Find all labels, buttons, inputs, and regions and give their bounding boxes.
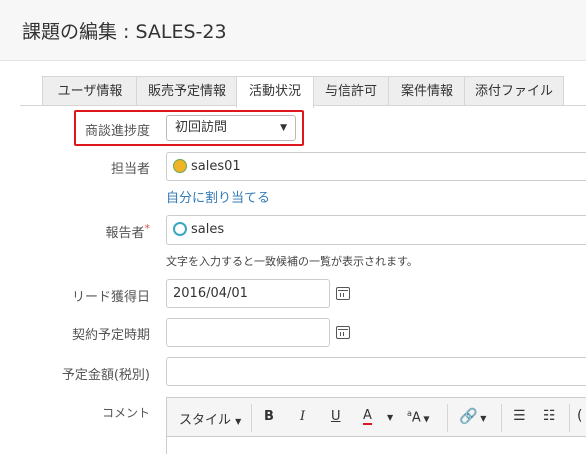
numbered-list-icon[interactable]: ☷ xyxy=(543,408,556,424)
font-size-button[interactable]: aA ▼ xyxy=(407,409,430,425)
chevron-down-icon[interactable]: ▼ xyxy=(387,413,393,422)
required-mark: * xyxy=(144,222,151,235)
underline-button[interactable]: U xyxy=(331,409,341,424)
comment-label: コメント xyxy=(101,406,150,420)
toolbar-separator xyxy=(501,404,502,432)
text-color-button[interactable]: A xyxy=(363,409,372,425)
amount-label: 予定金額(税別) xyxy=(61,368,150,383)
calendar-icon[interactable] xyxy=(336,326,350,339)
link-icon[interactable]: 🔗 ▼ xyxy=(459,407,486,425)
tab-credit[interactable]: 与信許可 xyxy=(312,76,390,106)
reporter-value: sales xyxy=(191,222,225,237)
user-avatar-icon xyxy=(173,221,187,236)
toolbar-separator xyxy=(447,404,448,432)
toolbar-separator xyxy=(251,404,252,432)
font-size-label: A xyxy=(411,410,421,426)
assign-to-me-link[interactable]: 自分に割り当てる xyxy=(166,187,270,206)
calendar-icon[interactable] xyxy=(336,287,350,300)
italic-button[interactable]: I xyxy=(300,409,305,424)
assignee-label: 担当者 xyxy=(110,162,150,177)
tab-user-info[interactable]: ユーザ情報 xyxy=(42,76,138,106)
assignee-field[interactable]: sales01 xyxy=(166,152,586,181)
tab-attachments[interactable]: 添付ファイル xyxy=(464,76,564,106)
assignee-value: sales01 xyxy=(191,159,241,174)
chevron-down-icon: ▼ xyxy=(235,417,242,426)
editor-toolbar: スタイル ▼ B I U A ▼ aA ▼ 🔗 ▼ ☰ ☷ ( xyxy=(166,397,586,437)
negotiation-select[interactable]: 初回訪問 ▼ xyxy=(166,115,296,141)
lead-date-input[interactable]: 2016/04/01 xyxy=(166,279,330,308)
tab-deal-info[interactable]: 案件情報 xyxy=(388,76,466,106)
user-avatar-icon xyxy=(173,158,187,173)
contract-date-label: 契約予定時期 xyxy=(71,328,150,343)
amount-input[interactable] xyxy=(166,357,586,386)
style-dropdown[interactable]: スタイル ▼ xyxy=(179,409,241,428)
tab-sales-plan[interactable]: 販売予定情報 xyxy=(136,76,238,106)
dialog-header: 課題の編集 : SALES-23 xyxy=(0,0,586,61)
comment-editor[interactable] xyxy=(166,436,586,454)
reporter-hint: 文字を入力すると一致候補の一覧が表示されます。 xyxy=(166,255,418,268)
style-dropdown-label: スタイル xyxy=(179,413,232,428)
reporter-field[interactable]: sales xyxy=(166,215,586,245)
bold-button[interactable]: B xyxy=(264,409,274,424)
reporter-label: 報告者* xyxy=(105,222,150,241)
tab-activity[interactable]: 活動状況 xyxy=(236,76,314,108)
dialog-title: 課題の編集 : SALES-23 xyxy=(22,21,227,43)
chevron-down-icon: ▼ xyxy=(280,123,287,133)
lead-date-label: リード獲得日 xyxy=(71,290,150,305)
negotiation-label: 商談進捗度 xyxy=(84,124,150,139)
more-icon[interactable]: ( xyxy=(577,408,582,424)
contract-date-input[interactable] xyxy=(166,318,330,347)
toolbar-separator xyxy=(569,404,570,432)
negotiation-select-value: 初回訪問 xyxy=(175,120,228,135)
bullet-list-icon[interactable]: ☰ xyxy=(513,408,526,424)
